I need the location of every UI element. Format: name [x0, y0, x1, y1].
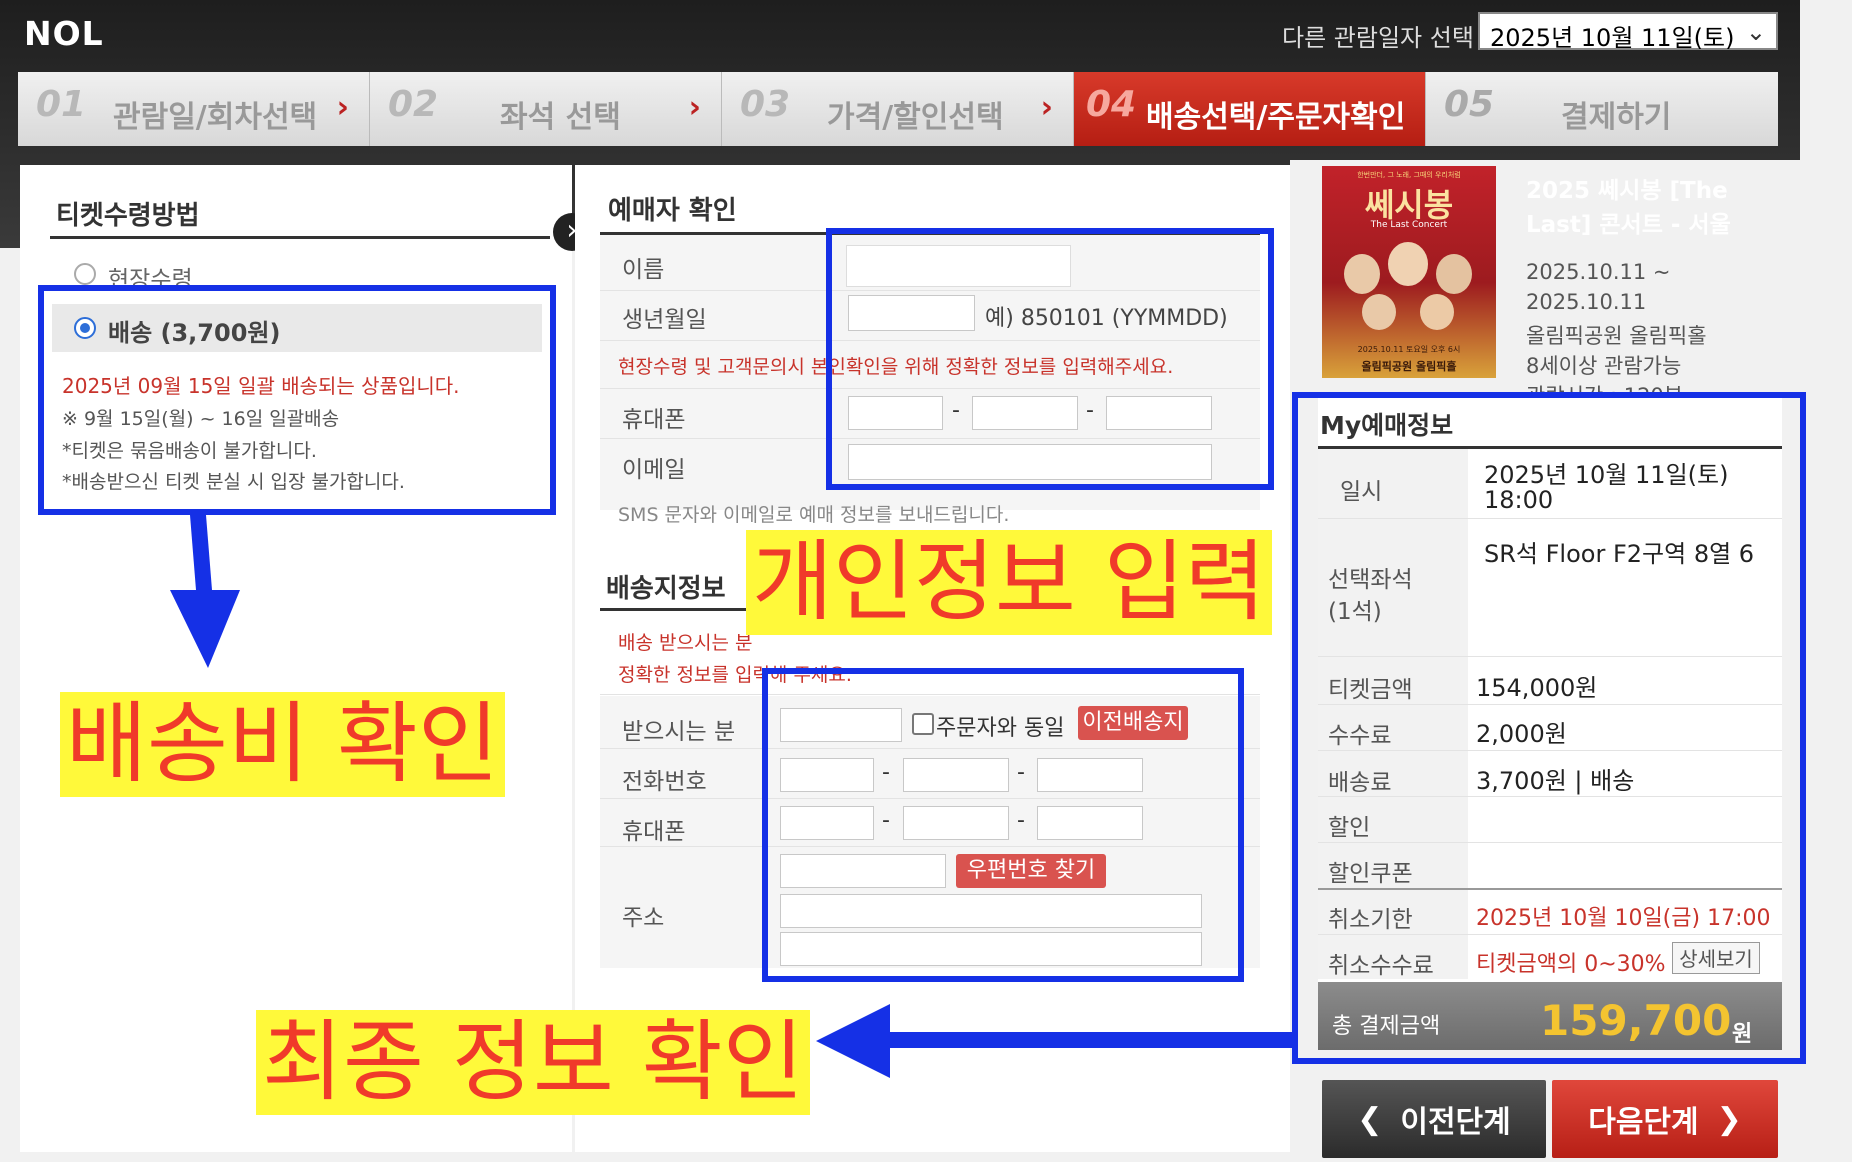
annotation-personal-info: 개인정보 입력 [746, 530, 1272, 635]
annotation-shipping-fee: 배송비 확인 [60, 692, 505, 797]
arrow-down [170, 515, 240, 668]
arrow-left [816, 1004, 1296, 1078]
annotation-final-info: 최종 정보 확인 [256, 1010, 810, 1115]
